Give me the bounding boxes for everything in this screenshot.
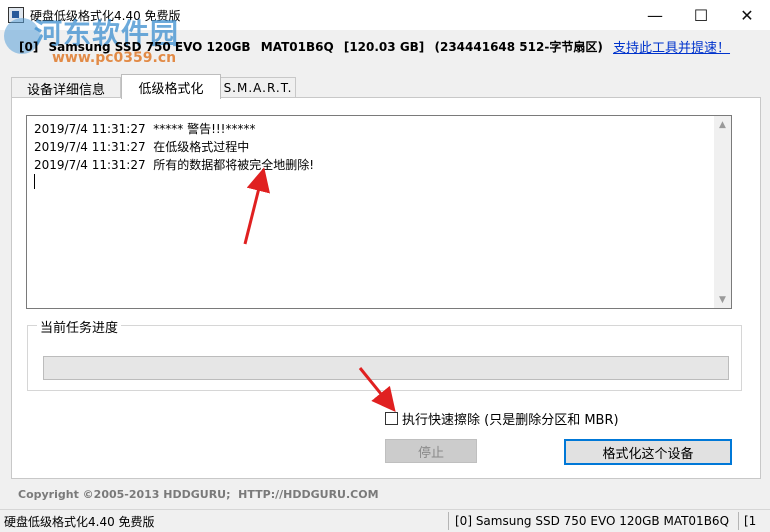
log-textbox[interactable]: 2019/7/4 11:31:27 ***** 警告!!!***** 2019/… bbox=[26, 115, 732, 309]
log-time: 2019/7/4 11:31:27 bbox=[34, 122, 146, 136]
device-index: [0] bbox=[19, 40, 39, 54]
log-line: 2019/7/4 11:31:27 所有的数据都将被完全地删除! bbox=[34, 156, 314, 173]
quick-wipe-checkbox[interactable] bbox=[385, 412, 398, 425]
quick-wipe-label[interactable]: 执行快速擦除 (只是删除分区和 MBR) bbox=[402, 409, 619, 428]
scroll-down-icon[interactable]: ▼ bbox=[714, 291, 731, 308]
support-link[interactable]: 支持此工具并提速！ bbox=[613, 37, 730, 56]
device-info: [0] Samsung SSD 750 EVO 120GB MAT01B6Q [… bbox=[19, 38, 609, 55]
device-sectors: (234441648 512-字节扇区) bbox=[434, 40, 603, 54]
device-serial: MAT01B6Q bbox=[260, 40, 334, 54]
text-caret bbox=[34, 174, 35, 189]
log-message: 所有的数据都将被完全地删除! bbox=[153, 158, 315, 172]
progress-bar bbox=[43, 356, 729, 380]
status-overflow: [1 bbox=[744, 514, 757, 528]
log-time: 2019/7/4 11:31:27 bbox=[34, 158, 146, 172]
tab-device-details[interactable]: 设备详细信息 bbox=[11, 77, 121, 98]
log-line: 2019/7/4 11:31:27 在低级格式过程中 bbox=[34, 138, 249, 155]
status-bar: 硬盘低级格式化4.40 免费版 [0] Samsung SSD 750 EVO … bbox=[0, 509, 770, 532]
progress-label: 当前任务进度 bbox=[37, 317, 122, 336]
format-device-button[interactable]: 格式化这个设备 bbox=[564, 439, 732, 465]
scroll-up-icon[interactable]: ▲ bbox=[714, 116, 731, 133]
maximize-button[interactable]: ☐ bbox=[678, 0, 724, 30]
minimize-button[interactable]: — bbox=[632, 0, 678, 30]
log-time: 2019/7/4 11:31:27 bbox=[34, 140, 146, 154]
device-model: Samsung SSD 750 EVO 120GB bbox=[48, 40, 251, 54]
log-line: 2019/7/4 11:31:27 ***** 警告!!!***** bbox=[34, 120, 256, 137]
quick-wipe-option[interactable]: 执行快速擦除 (只是删除分区和 MBR) bbox=[385, 409, 619, 428]
progress-group: 当前任务进度 bbox=[27, 317, 742, 391]
status-device: [0] Samsung SSD 750 EVO 120GB MAT01B6Q bbox=[455, 514, 730, 528]
status-divider bbox=[738, 512, 739, 530]
status-divider bbox=[448, 512, 449, 530]
log-message: 在低级格式过程中 bbox=[153, 140, 250, 154]
copyright-text: Copyright ©2005-2013 HDDGURU; HTTP://HDD… bbox=[18, 488, 379, 501]
log-scrollbar[interactable]: ▲ ▼ bbox=[714, 116, 731, 308]
status-app-name: 硬盘低级格式化4.40 免费版 bbox=[4, 515, 155, 529]
log-message: ***** 警告!!!***** bbox=[153, 122, 256, 136]
close-button[interactable]: ✕ bbox=[724, 0, 770, 30]
stop-button[interactable]: 停止 bbox=[385, 439, 477, 463]
tab-low-level-format[interactable]: 低级格式化 bbox=[121, 74, 221, 99]
tab-smart[interactable]: S.M.A.R.T. bbox=[220, 77, 296, 98]
format-panel: 2019/7/4 11:31:27 ***** 警告!!!***** 2019/… bbox=[11, 97, 761, 479]
device-capacity: [120.03 GB] bbox=[343, 40, 425, 54]
